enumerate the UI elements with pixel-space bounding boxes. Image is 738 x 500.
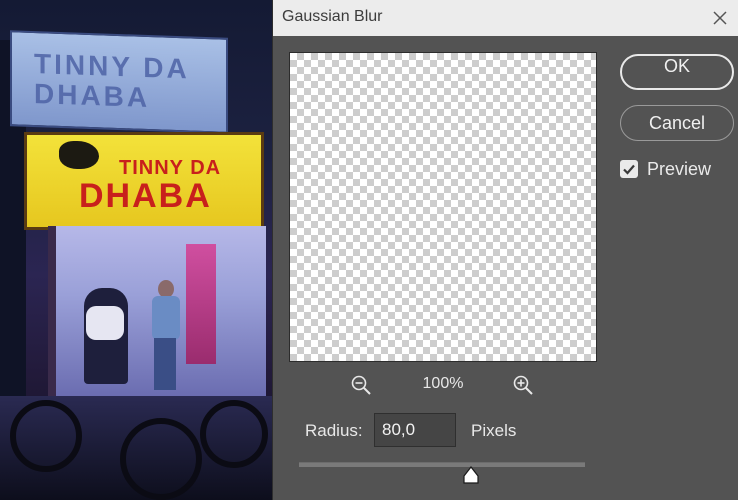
radius-input[interactable] (374, 413, 456, 447)
sign-logo (59, 141, 99, 169)
standing-person (148, 280, 184, 392)
checkmark-icon (623, 164, 635, 175)
motorbike-wheel (120, 418, 202, 500)
shop-sign-line2: DHABA (79, 177, 212, 215)
gaussian-blur-dialog: Gaussian Blur 100% Radius: Pixels (272, 0, 738, 500)
torso (152, 296, 180, 340)
zoom-level: 100% (422, 375, 464, 392)
shirt (86, 306, 124, 340)
shop-sign: TINNY DA DHABA (24, 132, 264, 230)
units-label: Pixels (471, 421, 517, 440)
zoom-out-button[interactable] (350, 374, 372, 396)
radius-slider-thumb[interactable] (462, 466, 479, 484)
close-icon (713, 11, 727, 25)
background-photo: TINNY DA DHABA TINNY DA DHABA (0, 0, 272, 500)
zoom-out-icon (351, 375, 371, 395)
cancel-button[interactable]: Cancel (620, 105, 734, 141)
dialog-titlebar[interactable]: Gaussian Blur (273, 0, 738, 36)
radius-slider-track[interactable] (299, 462, 585, 467)
upper-sign: TINNY DA DHABA (10, 30, 228, 134)
motorbike-wheel (10, 400, 82, 472)
motorbike-wheel (200, 400, 268, 468)
legs (154, 338, 176, 390)
close-button[interactable] (707, 5, 733, 31)
upper-sign-line2: DHABA (34, 78, 151, 114)
zoom-in-button[interactable] (512, 374, 534, 396)
preview-canvas[interactable] (289, 52, 597, 362)
zoom-in-icon (513, 375, 533, 395)
upper-sign-text: TINNY DA DHABA (34, 48, 190, 114)
ok-button[interactable]: OK (620, 54, 734, 90)
triangle-up-icon (462, 466, 479, 484)
preview-label[interactable]: Preview (647, 159, 711, 180)
preview-checkbox[interactable] (620, 160, 638, 178)
pink-wall (186, 244, 216, 364)
seated-person (84, 288, 128, 384)
radius-label: Radius: (305, 421, 363, 440)
dialog-title: Gaussian Blur (282, 8, 383, 25)
